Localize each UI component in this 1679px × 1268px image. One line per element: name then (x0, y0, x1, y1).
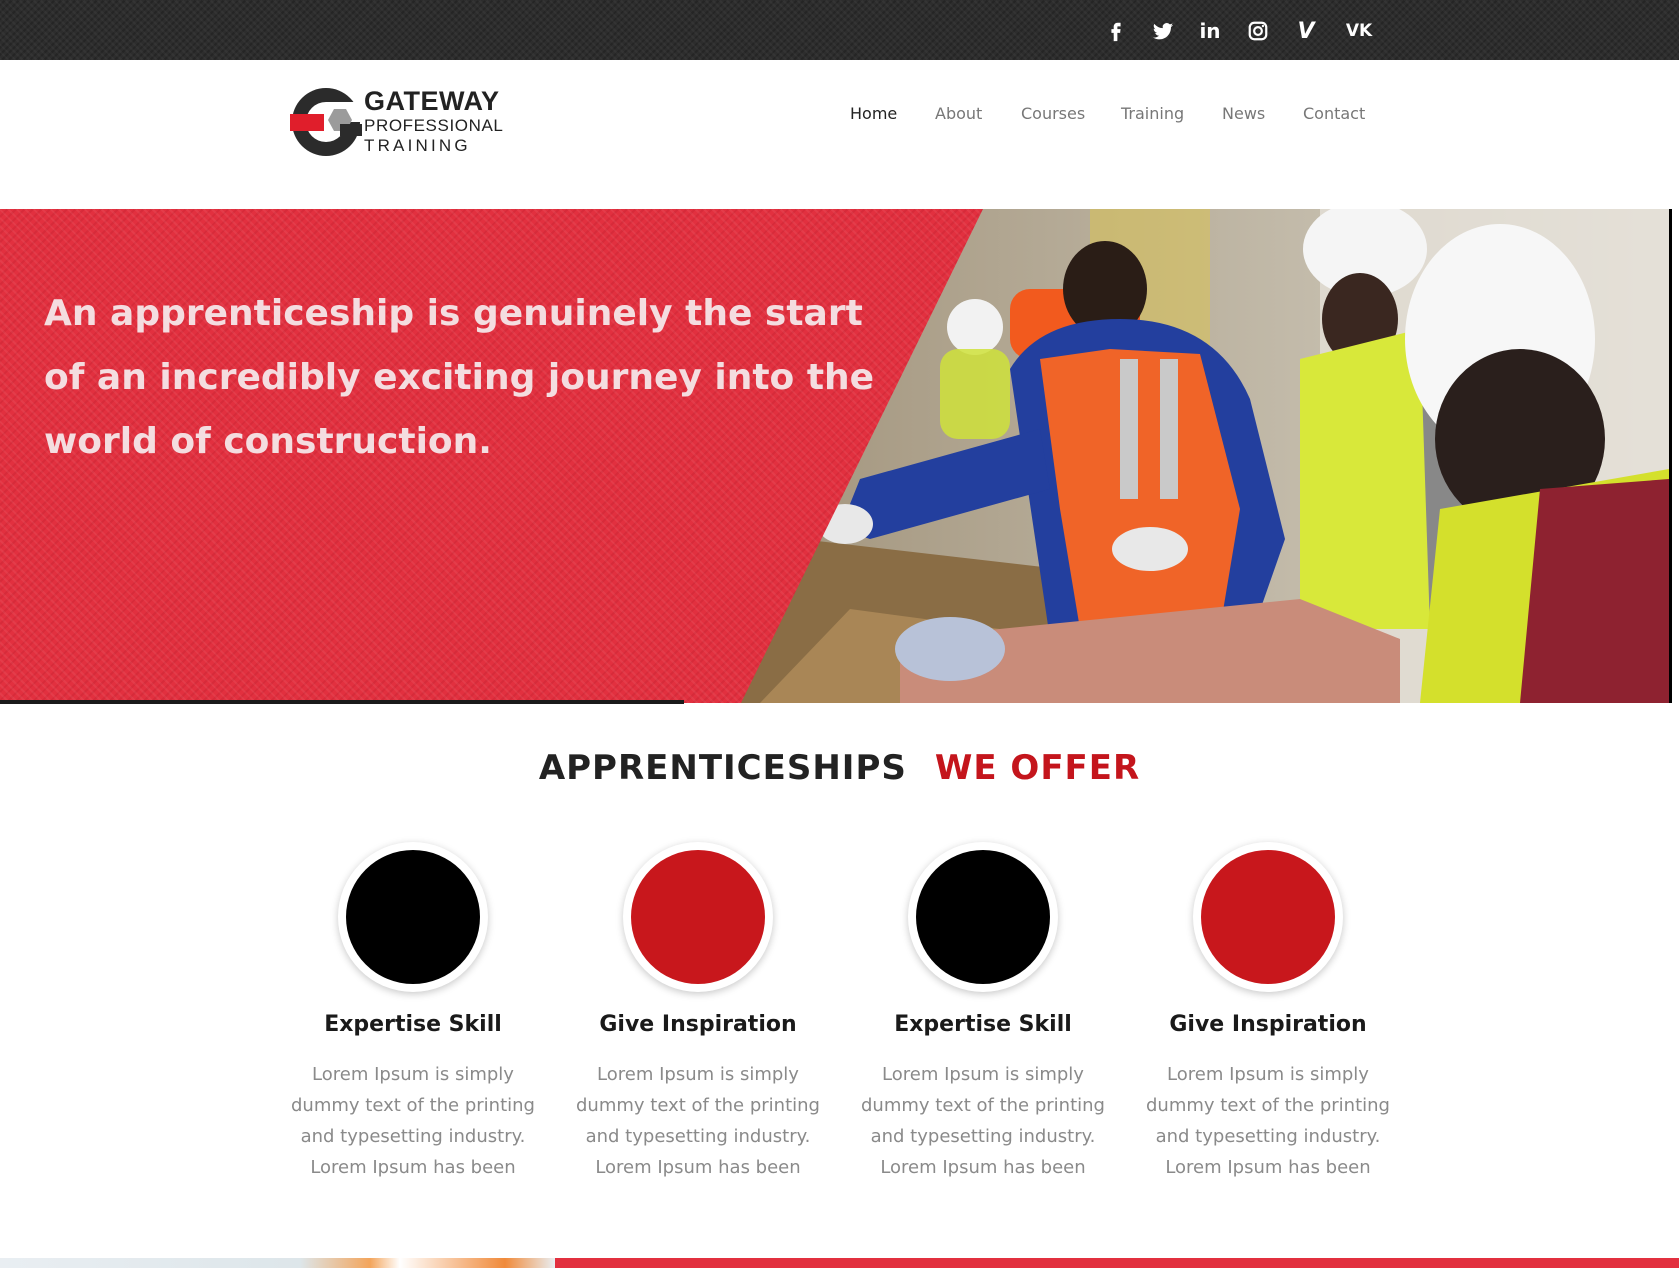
hero-bottom-divider (0, 700, 684, 704)
feature-circle[interactable] (1193, 842, 1343, 992)
facebook-icon[interactable] (1103, 18, 1129, 44)
nav-training[interactable]: Training (1121, 104, 1184, 128)
feature-circle-fill (916, 850, 1050, 984)
feature-circle-fill (346, 850, 480, 984)
logo-wordmark: GATEWAY PROFESSIONAL TRAINING (364, 86, 524, 156)
feature-circle[interactable] (623, 842, 773, 992)
logo-mark-icon (290, 88, 364, 156)
gateway-logo[interactable]: GATEWAY PROFESSIONAL TRAINING (288, 84, 520, 160)
feature-title: Expertise Skill (894, 1012, 1072, 1037)
logo-line-training: TRAINING (364, 136, 471, 155)
site-header (0, 60, 1679, 208)
feature-circle-fill (1201, 850, 1335, 984)
feature-text: Lorem Ipsum is simply dummy text of the … (1146, 1064, 1390, 1178)
nav-about[interactable]: About (935, 104, 982, 128)
logo-line-professional: PROFESSIONAL (364, 116, 504, 135)
section-title-part2: WE OFFER (934, 748, 1141, 788)
social-topbar: in V VK (0, 0, 1679, 60)
instagram-icon[interactable] (1245, 18, 1271, 44)
hero-right-divider (1669, 209, 1672, 703)
logo-line-gateway: GATEWAY (364, 86, 500, 116)
next-section-image-strip (0, 1258, 555, 1268)
feature-circle[interactable] (908, 842, 1058, 992)
feature-circle-fill (631, 850, 765, 984)
twitter-icon[interactable] (1150, 18, 1176, 44)
section-title-part1: APPRENTICESHIPS (538, 748, 907, 788)
nav-courses[interactable]: Courses (1021, 104, 1085, 128)
feature-text: Lorem Ipsum is simply dummy text of the … (291, 1064, 535, 1178)
section-title: APPRENTICESHIPS WE OFFER (0, 748, 1679, 788)
feature-title: Expertise Skill (324, 1012, 502, 1037)
nav-news[interactable]: News (1222, 104, 1265, 128)
feature-circle[interactable] (338, 842, 488, 992)
linkedin-icon[interactable]: in (1197, 18, 1223, 44)
feature-text: Lorem Ipsum is simply dummy text of the … (576, 1064, 820, 1178)
feature-title: Give Inspiration (599, 1012, 797, 1037)
hero-headline: An apprenticeship is genuinely the start… (44, 293, 875, 462)
feature-text: Lorem Ipsum is simply dummy text of the … (861, 1064, 1105, 1178)
feature-title: Give Inspiration (1169, 1012, 1367, 1037)
vimeo-icon[interactable]: V (1293, 18, 1319, 44)
nav-home[interactable]: Home (850, 104, 897, 128)
nav-contact[interactable]: Contact (1303, 104, 1365, 128)
next-section-red-strip (555, 1258, 1679, 1268)
vk-icon[interactable]: VK (1342, 18, 1376, 44)
